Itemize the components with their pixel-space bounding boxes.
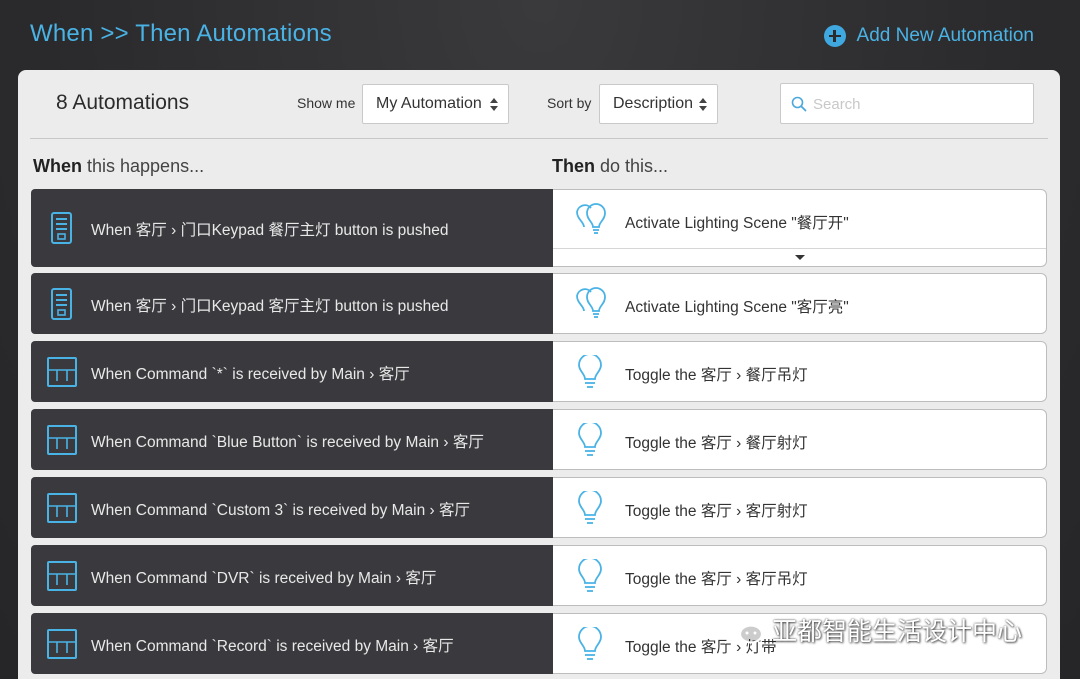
then-text: Toggle the 客厅 › 餐厅射灯 <box>625 435 808 452</box>
when-cell[interactable]: When 客厅 › 门口Keypad 客厅主灯 button is pushed <box>31 273 553 334</box>
then-cell[interactable]: Activate Lighting Scene "客厅亮" <box>553 273 1047 334</box>
automation-row[interactable]: When Command `Custom 3` is received by M… <box>31 477 1047 538</box>
lighting-scene-icon <box>576 287 606 318</box>
automation-row[interactable]: When 客厅 › 门口Keypad 餐厅主灯 button is pushed… <box>31 189 1047 267</box>
when-cell[interactable]: When Command `*` is received by Main › 客… <box>31 341 553 402</box>
automation-row[interactable]: When 客厅 › 门口Keypad 客厅主灯 button is pushed… <box>31 273 1047 334</box>
lighting-scene-icon <box>576 203 606 234</box>
when-column-header: When this happens... <box>33 156 204 177</box>
search-icon <box>791 96 807 112</box>
when-text: When Command `DVR` is received by Main ›… <box>91 570 437 587</box>
watermark: 亚都智能生活设计中心 <box>720 612 1022 648</box>
when-header-bold: When <box>33 156 82 176</box>
then-cell[interactable]: Toggle the 客厅 › 餐厅射灯 <box>553 409 1047 470</box>
then-cell[interactable]: Toggle the 客厅 › 客厅吊灯 <box>553 545 1047 606</box>
when-text: When Command `*` is received by Main › 客… <box>91 366 410 383</box>
automation-row[interactable]: When Command `*` is received by Main › 客… <box>31 341 1047 402</box>
when-cell[interactable]: When 客厅 › 门口Keypad 餐厅主灯 button is pushed <box>31 189 553 267</box>
plus-circle-icon <box>823 25 846 47</box>
light-bulb-icon <box>578 355 602 388</box>
expand-toggle[interactable] <box>553 248 1046 266</box>
sort-by-value: Description <box>613 95 694 112</box>
top-bar: When >> Then Automations Add New Automat… <box>0 0 1080 70</box>
light-bulb-icon <box>578 627 602 660</box>
remote-command-icon <box>47 561 77 591</box>
search-input[interactable] <box>813 90 1023 118</box>
then-text: Toggle the 客厅 › 客厅吊灯 <box>625 571 808 588</box>
add-new-automation-label: Add New Automation <box>856 25 1034 46</box>
when-header-rest: this happens... <box>82 156 205 176</box>
then-header-rest: do this... <box>595 156 669 176</box>
automation-row[interactable]: When Command `Blue Button` is received b… <box>31 409 1047 470</box>
divider <box>30 138 1048 139</box>
automation-row[interactable]: When Command `DVR` is received by Main ›… <box>31 545 1047 606</box>
light-bulb-icon <box>578 559 602 592</box>
when-text: When 客厅 › 门口Keypad 餐厅主灯 button is pushed <box>91 222 449 239</box>
when-cell[interactable]: When Command `DVR` is received by Main ›… <box>31 545 553 606</box>
then-column-header: Then do this... <box>552 156 668 177</box>
automations-panel: 8 Automations Show me My Automation Sort… <box>18 70 1060 679</box>
when-text: When Command `Record` is received by Mai… <box>91 638 454 655</box>
then-text: Toggle the 客厅 › 客厅射灯 <box>625 503 808 520</box>
when-cell[interactable]: When Command `Custom 3` is received by M… <box>31 477 553 538</box>
sort-by-select[interactable]: Description <box>599 84 718 124</box>
keypad-icon <box>51 212 72 244</box>
show-me-select[interactable]: My Automation <box>362 84 509 124</box>
remote-command-icon <box>47 357 77 387</box>
when-cell[interactable]: When Command `Blue Button` is received b… <box>31 409 553 470</box>
remote-command-icon <box>47 493 77 523</box>
show-me-value: My Automation <box>376 95 482 112</box>
select-arrows-icon <box>490 98 498 111</box>
light-bulb-icon <box>578 491 602 524</box>
chevron-down-icon <box>795 255 805 260</box>
then-header-bold: Then <box>552 156 595 176</box>
add-new-automation-button[interactable]: Add New Automation <box>823 22 1034 50</box>
remote-command-icon <box>47 425 77 455</box>
keypad-icon <box>51 288 72 320</box>
then-cell[interactable]: Toggle the 客厅 › 餐厅吊灯 <box>553 341 1047 402</box>
then-cell[interactable]: Activate Lighting Scene "餐厅开" <box>553 189 1047 267</box>
select-arrows-icon <box>699 98 707 111</box>
when-text: When Command `Blue Button` is received b… <box>91 434 484 451</box>
watermark-text: 亚都智能生活设计中心 <box>772 617 1023 646</box>
automation-count: 8 Automations <box>56 91 190 114</box>
when-cell[interactable]: When Command `Record` is received by Mai… <box>31 613 553 674</box>
sort-by-label: Sort by <box>547 95 592 111</box>
then-text: Activate Lighting Scene "餐厅开" <box>625 215 849 232</box>
then-text: Toggle the 客厅 › 餐厅吊灯 <box>625 367 808 384</box>
page-title: When >> Then Automations <box>30 20 332 47</box>
when-text: When Command `Custom 3` is received by M… <box>91 502 471 519</box>
search-box[interactable] <box>780 83 1034 124</box>
show-me-label: Show me <box>297 95 356 111</box>
light-bulb-icon <box>578 423 602 456</box>
when-text: When 客厅 › 门口Keypad 客厅主灯 button is pushed <box>91 298 449 315</box>
then-cell[interactable]: Toggle the 客厅 › 客厅射灯 <box>553 477 1047 538</box>
then-text: Activate Lighting Scene "客厅亮" <box>625 299 849 316</box>
wechat-icon <box>721 614 764 645</box>
remote-command-icon <box>47 629 77 659</box>
